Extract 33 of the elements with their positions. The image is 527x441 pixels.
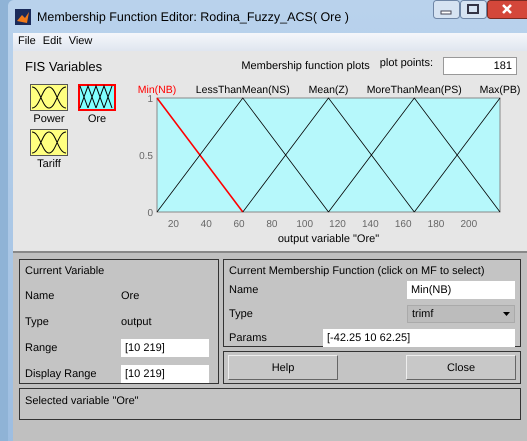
field-label: Name: [25, 290, 56, 302]
window-title: Membership Function Editor: Rodina_Fuzzy_ACS( Ore ): [37, 10, 349, 24]
field-label: Display Range: [25, 368, 98, 380]
status-message: Selected variable "Ore": [25, 395, 139, 407]
tick-label: 0: [147, 208, 153, 219]
field-label: plot points:: [380, 57, 433, 69]
tick-label: 180: [428, 219, 444, 230]
variable-label: Power: [33, 113, 65, 125]
panel-title: Current Membership Function (click on MF to select): [229, 265, 485, 277]
tick-label: 140: [362, 219, 379, 230]
tick-label: 0.5: [139, 151, 153, 162]
field-label: Range: [25, 342, 58, 354]
plot-title: Membership function plots: [241, 60, 370, 72]
tick-label: 20: [168, 219, 179, 230]
tick-label: 80: [266, 219, 278, 230]
axis-label: output variable "Ore": [278, 233, 380, 245]
field-label: Name: [229, 284, 258, 296]
field-label: Type: [229, 308, 253, 320]
field-value: output: [121, 316, 153, 328]
panel-title: Current Variable: [25, 265, 104, 277]
tick-label: 100: [296, 219, 314, 230]
field-label: Params: [229, 332, 267, 344]
variable-label: Tariff: [37, 158, 61, 170]
field-label: Type: [25, 316, 50, 328]
tick-label: 200: [460, 219, 478, 230]
tick-label: 160: [394, 219, 412, 230]
tick-label: 40: [200, 219, 212, 230]
tick-label: 60: [234, 219, 245, 230]
field-value: Ore: [121, 290, 140, 302]
variable-label: Ore: [88, 113, 106, 125]
tick-label: 120: [329, 219, 346, 230]
tick-label: 1: [147, 94, 153, 105]
section-title: FIS Variables: [25, 59, 102, 74]
